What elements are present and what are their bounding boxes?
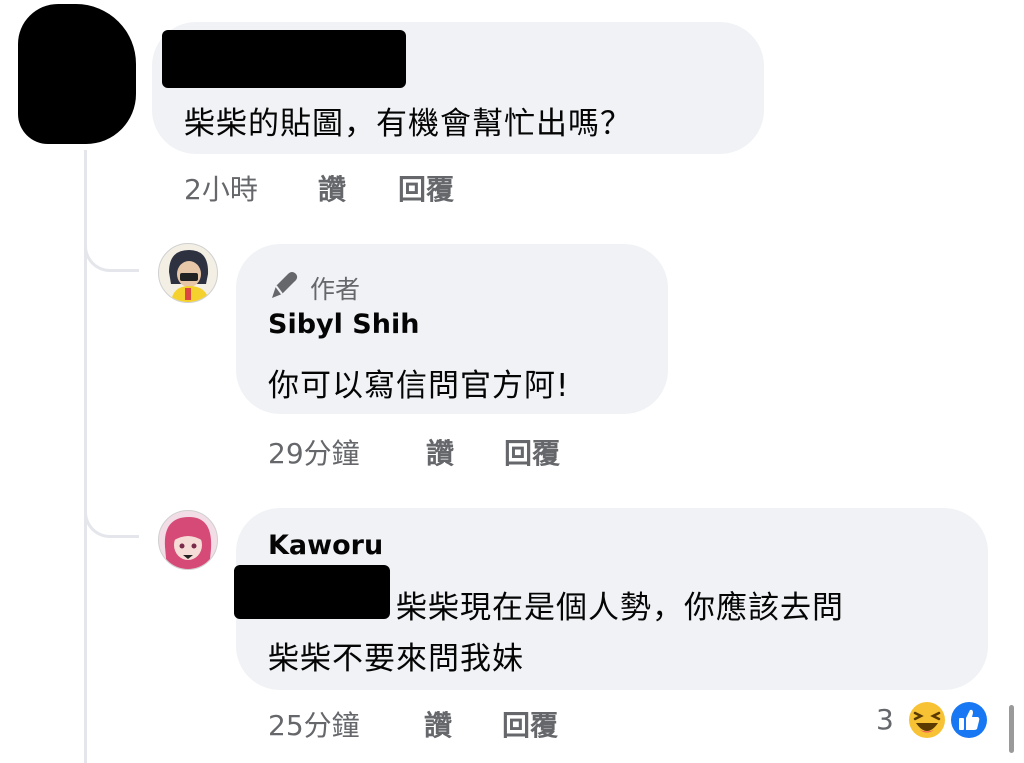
author-badge-icon: [268, 268, 300, 300]
avatar[interactable]: [158, 510, 218, 570]
reply-connector: [84, 490, 139, 538]
redacted-author-name: [162, 30, 406, 88]
reply-button[interactable]: 回覆: [502, 704, 558, 744]
redacted-avatar: [18, 4, 136, 144]
comment-text: 你可以寫信問官方阿!: [268, 368, 570, 404]
comment-time[interactable]: 29分鐘: [268, 432, 360, 472]
author-name[interactable]: Sibyl Shih: [268, 309, 419, 340]
haha-emoji-icon: [906, 699, 948, 741]
like-button[interactable]: 讚: [318, 168, 346, 208]
comment-time[interactable]: 2小時: [184, 168, 258, 208]
comment-text: 柴柴的貼圖，有機會幫忙出嗎？: [184, 106, 632, 142]
like-button[interactable]: 讚: [426, 432, 454, 472]
scrollbar[interactable]: [1009, 705, 1014, 753]
reaction-summary[interactable]: 3: [872, 697, 996, 745]
reply-button[interactable]: 回覆: [398, 168, 454, 208]
comment-text-line2: 柴柴不要來問我妹: [268, 641, 524, 677]
reaction-count: 3: [876, 703, 894, 736]
author-name[interactable]: Kaworu: [268, 530, 383, 561]
avatar[interactable]: [158, 243, 218, 303]
author-badge: 作者: [310, 275, 361, 304]
reply-button[interactable]: 回覆: [504, 432, 560, 472]
like-emoji-icon: [948, 699, 990, 741]
comment-text-line1: 柴柴現在是個人勢，你應該去問: [396, 590, 844, 626]
redacted-mention: [234, 565, 390, 619]
reply-connector: [84, 222, 139, 272]
like-button[interactable]: 讚: [424, 704, 452, 744]
comment-time[interactable]: 25分鐘: [268, 704, 360, 744]
